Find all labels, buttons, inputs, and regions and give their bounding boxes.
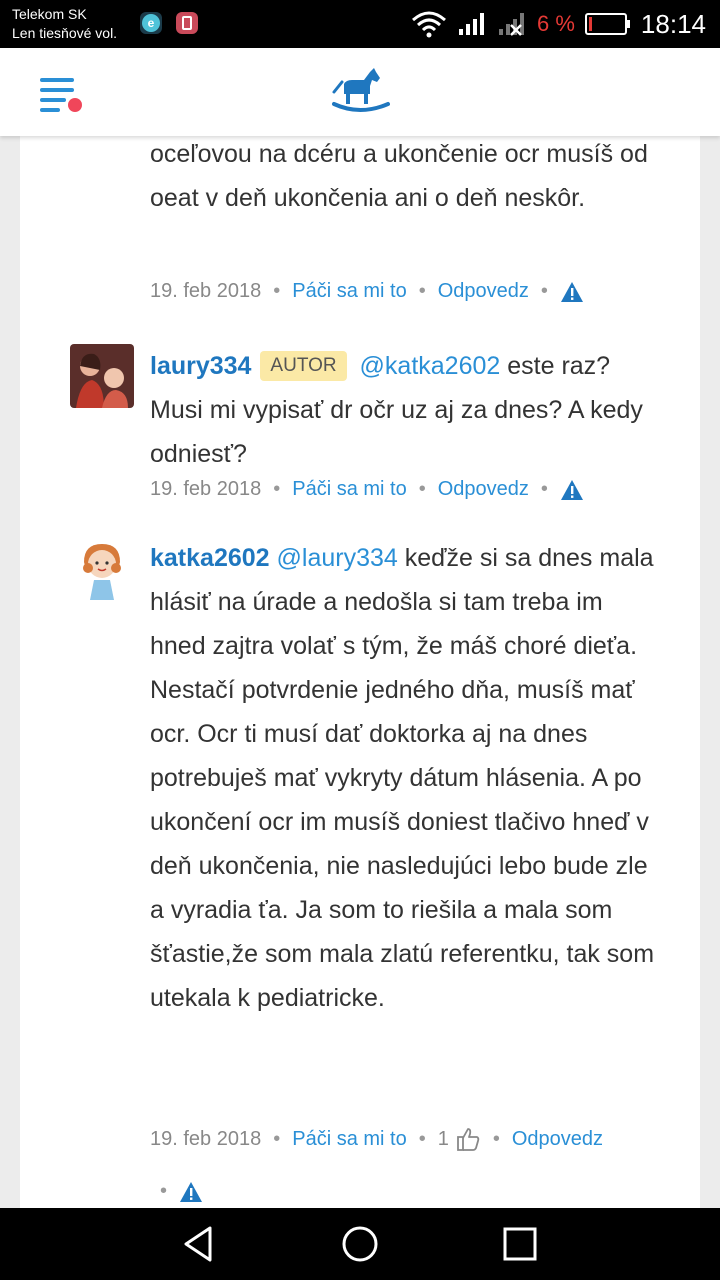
separator: • [273, 478, 281, 500]
menu-line [40, 88, 74, 92]
mention-link[interactable]: @laury334 [277, 544, 398, 572]
no-sim-signal-icon [499, 13, 524, 36]
like-button[interactable]: Páči sa mi to [292, 1128, 406, 1151]
browser-notification-icon: e [140, 12, 162, 34]
reply-button[interactable]: Odpovedz [438, 280, 529, 303]
comment-meta: 19. feb 2018 • Páči sa mi to • Odpovedz … [150, 280, 584, 303]
report-warning-icon[interactable] [179, 1181, 203, 1203]
comment-meta-overflow: • [160, 1180, 203, 1203]
like-button[interactable]: Páči sa mi to [292, 280, 406, 303]
carrier-status: Len tiesňové vol. [12, 25, 118, 41]
app-header [0, 48, 720, 136]
rocking-horse-logo[interactable] [330, 66, 390, 116]
user-photo-avatar [70, 344, 134, 408]
recent-apps-icon[interactable] [500, 1224, 540, 1264]
comment-author[interactable]: katka2602 [150, 544, 270, 572]
like-count: 1 [437, 1127, 449, 1150]
clock: 18:14 [640, 8, 706, 39]
menu-line [40, 78, 74, 82]
menu-line [40, 108, 60, 112]
report-warning-icon[interactable] [560, 479, 584, 501]
battery-icon [584, 13, 630, 35]
comment-date: 19. feb 2018 [150, 478, 262, 500]
like-button[interactable]: Páči sa mi to [292, 478, 406, 501]
separator: • [273, 1127, 281, 1150]
system-navigation-bar [0, 1208, 720, 1280]
comment-body: Do 3 dní musíš odniesť papier s oceľovou… [150, 140, 648, 212]
separator: • [418, 478, 426, 500]
reply-button[interactable]: Odpovedz [438, 478, 529, 501]
status-indicators: 6 % 18:14 [411, 0, 706, 48]
reply-button[interactable]: Odpovedz [512, 1128, 603, 1151]
comment-meta: 19. feb 2018 • Páči sa mi to • 1 • Odpov… [150, 1126, 603, 1152]
thumbs-up-icon[interactable] [455, 1126, 481, 1152]
report-warning-icon[interactable] [560, 281, 584, 303]
battery-percent: 6 % [537, 11, 575, 36]
comments-thread: katka2602 Do 3 dní musíš odniesť papier … [20, 136, 700, 1208]
comment-date: 19. feb 2018 [150, 1127, 262, 1150]
app-notification-icon [176, 12, 198, 34]
comment-body: keďže si sa dnes mala hlásiť na úrade a … [150, 544, 655, 1012]
home-icon[interactable] [340, 1224, 380, 1264]
mention-link[interactable]: @katka2602 [360, 352, 501, 380]
notification-dot [68, 98, 82, 112]
comment-author[interactable]: laury334 [150, 352, 251, 380]
comment-text: katka2602 @laury334 keďže si sa dnes mal… [150, 536, 660, 1020]
hamburger-menu-icon[interactable] [36, 74, 86, 116]
svg-text:e: e [148, 16, 155, 30]
separator: • [540, 478, 548, 500]
separator: • [418, 280, 426, 302]
comment-text: laury334 AUTOR @katka2602 este raz? Musi… [150, 344, 660, 476]
avatar[interactable] [70, 536, 134, 600]
separator: • [540, 280, 548, 302]
separator: • [492, 1127, 500, 1150]
back-icon[interactable] [180, 1224, 220, 1264]
carrier-name: Telekom SK [12, 6, 87, 22]
wifi-icon [412, 11, 446, 38]
comment-text: katka2602 Do 3 dní musíš odniesť papier … [150, 136, 660, 220]
avatar[interactable] [70, 344, 134, 408]
author-badge: AUTOR [260, 351, 347, 381]
signal-strength-icon [459, 13, 484, 35]
status-bar: Telekom SK Len tiesňové vol. e 6 % 18:14 [0, 0, 720, 48]
separator: • [160, 1180, 168, 1202]
comment-date: 19. feb 2018 [150, 280, 262, 302]
menu-line [40, 98, 66, 102]
comment-meta: 19. feb 2018 • Páči sa mi to • Odpovedz … [150, 478, 584, 501]
cartoon-girl-avatar [70, 536, 134, 600]
carrier-info: Telekom SK Len tiesňové vol. [12, 5, 117, 43]
separator: • [273, 280, 281, 302]
separator: • [418, 1127, 426, 1150]
